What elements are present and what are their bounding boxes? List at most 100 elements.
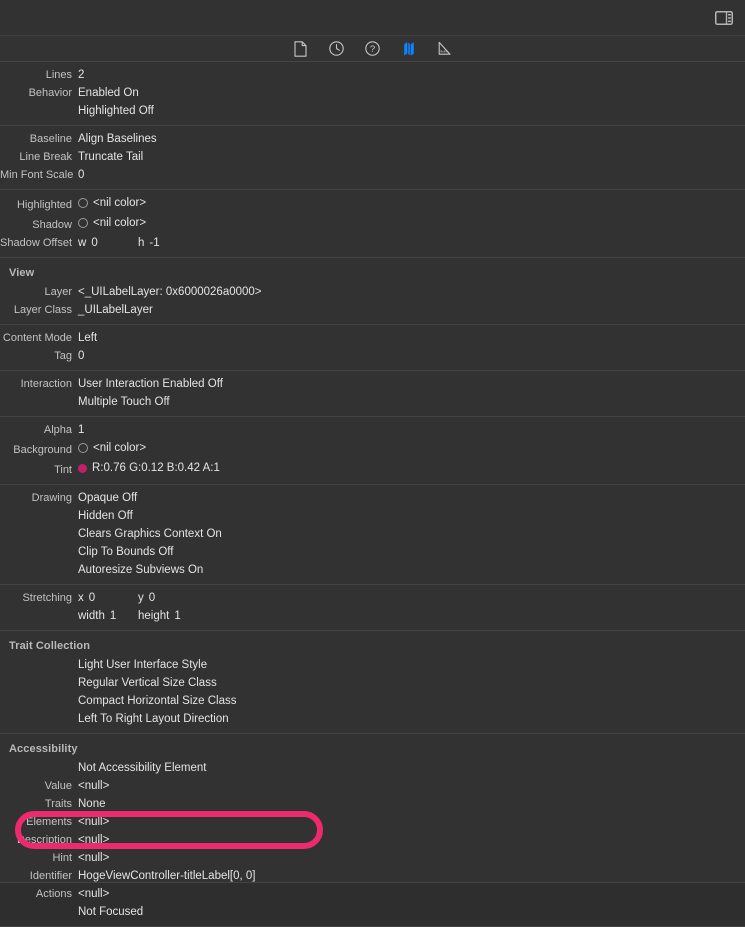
- object-inspector-tab[interactable]: [399, 39, 419, 59]
- property-row[interactable]: Content Mode Left: [0, 329, 745, 347]
- property-row[interactable]: Hidden Off: [0, 507, 745, 525]
- property-value: <null>: [78, 777, 109, 795]
- property-value: User Interaction Enabled Off: [78, 375, 223, 393]
- property-row[interactable]: Baseline Align Baselines: [0, 130, 745, 148]
- value-text: Truncate Tail: [78, 151, 144, 163]
- document-icon: [294, 40, 307, 57]
- pair-value: 0: [148, 591, 156, 604]
- property-row[interactable]: Behavior Enabled On: [0, 84, 745, 102]
- property-row[interactable]: Not Focused: [0, 903, 745, 921]
- property-label: Interaction: [20, 378, 72, 390]
- property-value: width 1 height 1: [78, 607, 181, 625]
- property-row[interactable]: Description <null>: [0, 831, 745, 849]
- property-row[interactable]: Lines 2: [0, 66, 745, 84]
- trait-collection-group: Trait Collection Light User Interface Sty…: [0, 631, 745, 734]
- property-row[interactable]: Regular Vertical Size Class: [0, 674, 745, 692]
- property-row[interactable]: Interaction User Interaction Enabled Off: [0, 375, 745, 393]
- property-row[interactable]: Line Break Truncate Tail: [0, 148, 745, 166]
- value-text: Multiple Touch Off: [78, 396, 170, 408]
- view-content-group: Content Mode Left Tag 0: [0, 325, 745, 371]
- section-header: Accessibility: [9, 742, 78, 755]
- value-text: 1: [78, 424, 85, 436]
- value-text: <_UILabelLayer: 0x6000026a0000>: [78, 286, 262, 298]
- property-value: Not Accessibility Element: [78, 759, 206, 777]
- property-value: Hidden Off: [78, 507, 133, 525]
- property-row[interactable]: Multiple Touch Off: [0, 393, 745, 411]
- pair-value: 1: [174, 609, 181, 622]
- value-text: <null>: [78, 833, 110, 846]
- object-inspector-panel: ? Lines 2 Behavior Enabled On Highlighte…: [0, 0, 745, 927]
- quick-help-inspector-tab[interactable]: ?: [363, 39, 383, 59]
- property-value: <nil color>: [78, 214, 146, 232]
- property-value: <null>: [78, 831, 109, 849]
- property-row[interactable]: Hint <null>: [0, 849, 745, 867]
- property-row[interactable]: Min Font Scale 0: [0, 166, 745, 184]
- property-value: Opaque Off: [78, 489, 137, 507]
- property-row[interactable]: Clip To Bounds Off: [0, 543, 745, 561]
- property-value: Left: [78, 329, 97, 347]
- inspector-content: Lines 2 Behavior Enabled On Highlighted Off B…: [0, 62, 745, 927]
- color-swatch[interactable]: [78, 463, 87, 473]
- property-label: Baseline: [29, 133, 72, 145]
- property-row[interactable]: Layer Class _UILabelLayer: [0, 301, 745, 319]
- pair-value: 0: [91, 237, 98, 249]
- property-row[interactable]: Drawing Opaque Off: [0, 489, 745, 507]
- property-label: Shadow Offset: [0, 237, 72, 249]
- value-text: Clip To Bounds Off: [78, 545, 174, 558]
- property-row[interactable]: Shadow <nil color>: [0, 214, 745, 234]
- value-text: 0: [78, 350, 85, 362]
- label-color-group: Highlighted <nil color> Shadow <nil color> S…: [0, 190, 745, 258]
- nil-color-swatch[interactable]: [78, 443, 88, 453]
- property-value: 1: [78, 421, 84, 439]
- property-row[interactable]: Highlighted <nil color>: [0, 194, 745, 214]
- value-text: Left To Right Layout Direction: [78, 712, 229, 725]
- property-row[interactable]: Traits None: [0, 795, 745, 813]
- value-pair: height 1: [138, 607, 181, 625]
- value-text: User Interaction Enabled Off: [78, 378, 223, 390]
- size-inspector-tab[interactable]: [435, 39, 455, 59]
- property-row[interactable]: Stretching x 0 y 0: [0, 589, 745, 607]
- value-pair: h -1: [138, 234, 160, 252]
- property-row[interactable]: Shadow Offset w 0 h -1: [0, 234, 745, 252]
- property-row[interactable]: width 1 height 1: [0, 607, 745, 625]
- property-row[interactable]: Background <nil color>: [0, 439, 745, 459]
- value-text: Compact Horizontal Size Class: [78, 694, 237, 707]
- property-row[interactable]: Actions <null>: [0, 885, 745, 903]
- property-row[interactable]: Elements <null>: [0, 813, 745, 831]
- property-row[interactable]: Value <null>: [0, 777, 745, 795]
- property-row[interactable]: Highlighted Off: [0, 102, 745, 120]
- property-row[interactable]: Tint R:0.76 G:0.12 B:0.42 A:1: [0, 459, 745, 479]
- value-text: R:0.76 G:0.12 B:0.42 A:1: [92, 462, 220, 474]
- property-label: Drawing: [31, 491, 72, 504]
- property-row[interactable]: Light User Interface Style: [0, 656, 745, 674]
- history-inspector-tab[interactable]: [327, 39, 347, 59]
- property-row[interactable]: Alpha 1: [0, 421, 745, 439]
- svg-text:?: ?: [370, 44, 375, 55]
- property-value: Not Focused: [78, 903, 143, 921]
- property-row[interactable]: Compact Horizontal Size Class: [0, 692, 745, 710]
- pair-value: 0: [88, 591, 96, 604]
- nil-color-swatch[interactable]: [78, 198, 88, 208]
- property-row[interactable]: Tag 0: [0, 347, 745, 365]
- property-row[interactable]: Layer <_UILabelLayer: 0x6000026a0000>: [0, 283, 745, 301]
- ruler-icon: [437, 41, 452, 56]
- property-label: Description: [16, 833, 72, 846]
- label-behavior-group: Lines 2 Behavior Enabled On Highlighted Off: [0, 62, 745, 126]
- pair-value: -1: [149, 237, 160, 249]
- property-label: Hint: [52, 851, 72, 864]
- property-label: Content Mode: [2, 332, 72, 344]
- property-row[interactable]: Not Accessibility Element: [0, 759, 745, 777]
- property-label: Lines: [45, 69, 72, 81]
- nil-color-swatch[interactable]: [78, 218, 88, 228]
- property-value: <_UILabelLayer: 0x6000026a0000>: [78, 283, 262, 301]
- property-row[interactable]: Autoresize Subviews On: [0, 561, 745, 579]
- books-icon: [402, 41, 416, 57]
- value-text: <null>: [78, 851, 110, 864]
- value-pair: w0: [78, 234, 138, 252]
- inspector-panel-toggle-button[interactable]: [711, 7, 737, 28]
- property-row[interactable]: Clears Graphics Context On: [0, 525, 745, 543]
- property-label: Shadow: [32, 219, 72, 231]
- property-label: Stretching: [22, 591, 72, 604]
- property-row[interactable]: Left To Right Layout Direction: [0, 710, 745, 728]
- file-inspector-tab[interactable]: [291, 39, 311, 59]
